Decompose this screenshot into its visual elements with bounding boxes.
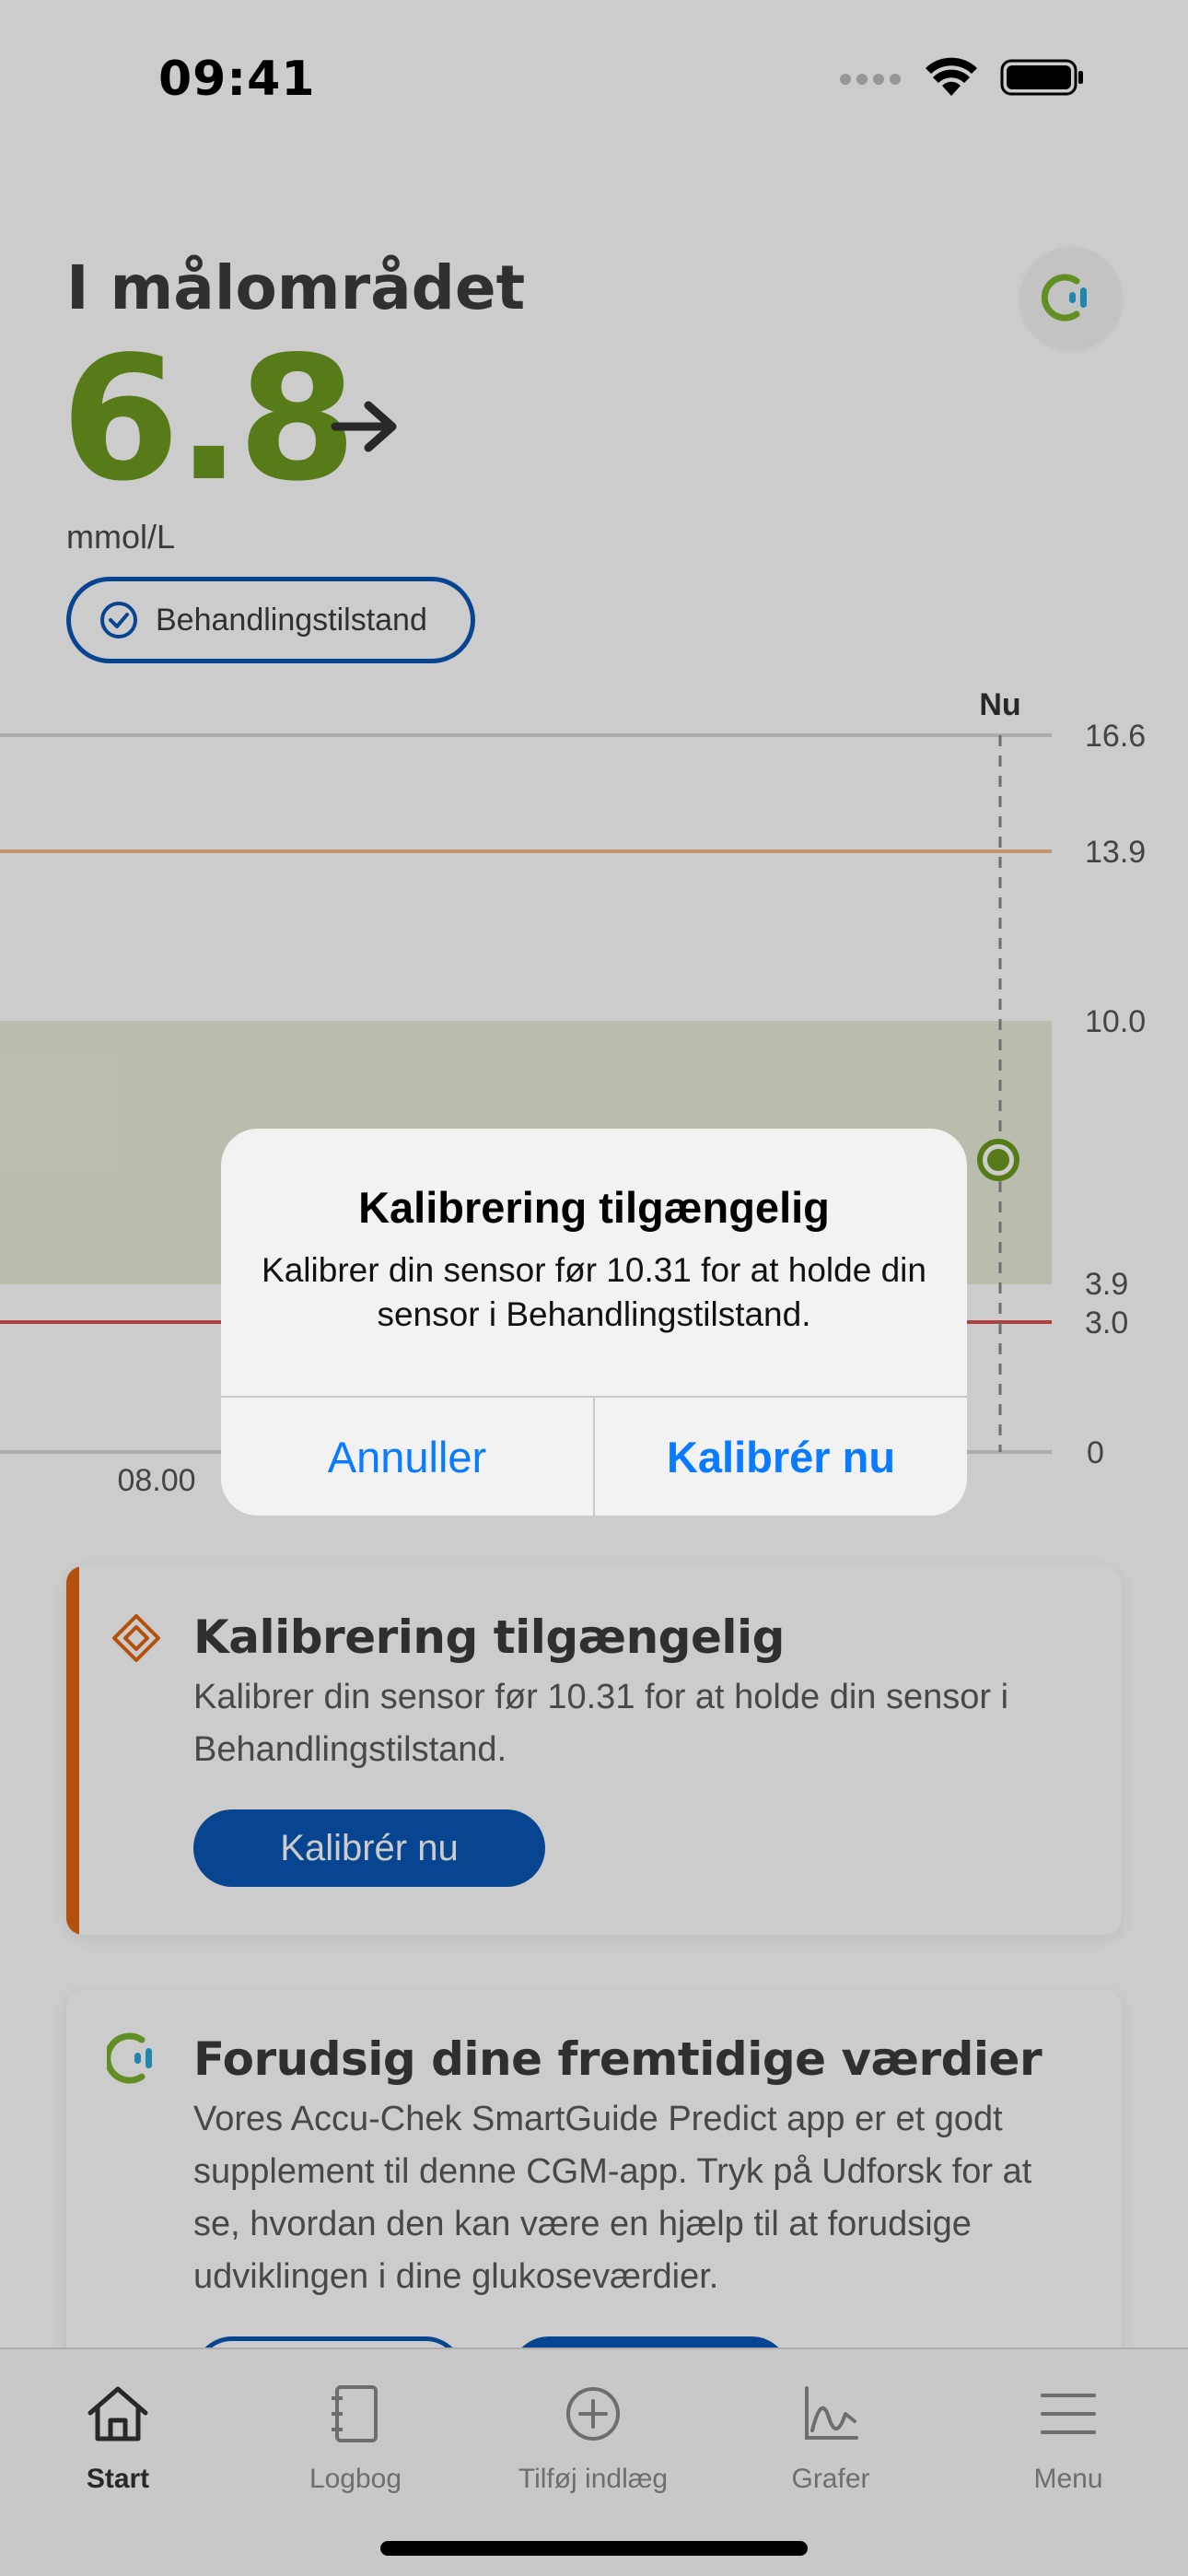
alert-title: Kalibrering tilgængelig: [358, 1183, 830, 1232]
alert-message: Kalibrer din sensor før 10.31 for at hol…: [262, 1251, 926, 1333]
alert-cancel-button[interactable]: Annuller: [221, 1398, 593, 1516]
alert-calibrate-button[interactable]: Kalibrér nu: [595, 1398, 967, 1516]
calibration-alert: Kalibrering tilgængelig Kalibrer din sen…: [221, 1129, 967, 1516]
home-screen: 09:41 I målområdet 6.8 mmol/L Behandling…: [0, 0, 1188, 2576]
